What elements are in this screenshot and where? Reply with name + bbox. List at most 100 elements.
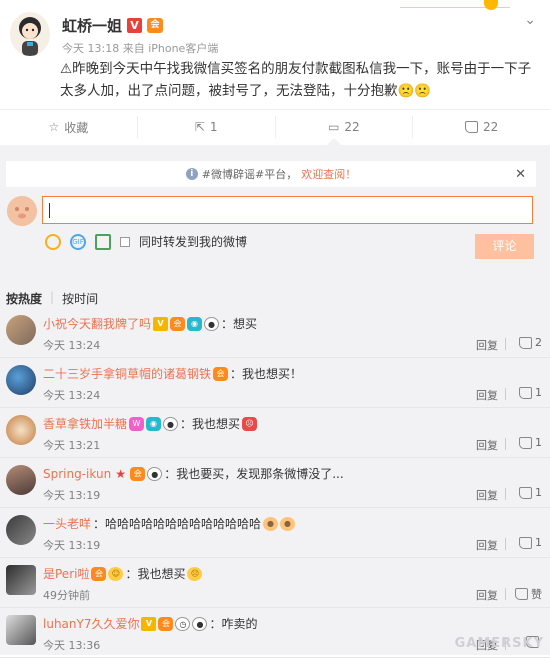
comment-text-row: Spring-ikun ★ 会 ● ：我也要买，发现那条微博没了... xyxy=(43,465,344,482)
reply-link[interactable]: 回复 xyxy=(476,437,498,453)
member-crown-icon: 会 xyxy=(213,366,229,381)
commenter-name[interactable]: 小祝今天翻我牌了吗 xyxy=(43,315,151,332)
comment-text-row: 一头老咩 ：哈哈哈哈哈哈哈哈哈哈哈哈哈 ● ● xyxy=(43,515,296,532)
member-crown-icon: 会 xyxy=(170,316,186,331)
comment-body: ：哈哈哈哈哈哈哈哈哈哈哈哈哈 xyxy=(93,517,262,531)
comment-like-button[interactable]: 赞 xyxy=(515,586,542,602)
comment-like-count: 1 xyxy=(535,536,542,549)
comment-body: ：想买 xyxy=(221,317,258,331)
thumbs-up-icon xyxy=(519,386,532,399)
sort-by-time-tab[interactable]: 按时间 xyxy=(62,290,98,307)
thumbs-up-icon xyxy=(519,486,532,499)
tears-emoji-icon: ☹ xyxy=(187,566,203,581)
submit-comment-button[interactable]: 评论 xyxy=(475,234,534,259)
comment-item: 香草拿铁加半糖 W ◉ ● ：我也想买 ☹ 今天 13:21 回复 1 xyxy=(0,408,550,458)
comment-like-button[interactable]: 1 xyxy=(519,436,542,449)
chevron-down-icon[interactable]: ⌄ xyxy=(524,12,536,28)
panda-emoji-icon: ● xyxy=(163,416,179,431)
favorite-button[interactable]: ☆ 收藏 xyxy=(0,116,138,138)
close-icon[interactable]: ✕ xyxy=(515,167,526,182)
action-divider xyxy=(505,388,506,400)
comment-panel-pointer xyxy=(327,138,341,145)
repost-checkbox[interactable] xyxy=(120,236,130,247)
commenter-avatar[interactable] xyxy=(6,315,36,345)
post-meta: 今天 13:18 来自 iPhone客户端 xyxy=(62,40,218,56)
comment-text-row: 是Peri啦 会 ☺ ：我也想买 ☹ xyxy=(43,565,203,582)
author-avatar[interactable] xyxy=(10,12,50,56)
comment-panel: i #微博辟谣#平台， 欢迎查阅！ ✕ GIF 同时转发到我的微博 评论 按热度… xyxy=(0,145,550,658)
comment-input[interactable] xyxy=(42,196,533,224)
comment-like-label: 赞 xyxy=(531,588,542,601)
panda-emoji-icon: ● xyxy=(204,316,220,331)
action-divider xyxy=(505,488,506,500)
commenter-avatar[interactable] xyxy=(6,565,36,595)
comment-sort-tabs: 按热度 | 按时间 xyxy=(6,290,98,307)
commenter-avatar[interactable] xyxy=(6,415,36,445)
camera-badge-icon: ◉ xyxy=(146,416,162,431)
comment-like-button[interactable]: 2 xyxy=(519,336,542,349)
composer-tools: GIF 同时转发到我的微博 xyxy=(45,233,247,250)
commenter-name[interactable]: 香草拿铁加半糖 xyxy=(43,415,127,432)
like-button[interactable]: 22 xyxy=(413,116,550,138)
commenter-name[interactable]: luhanY7久久爱你 xyxy=(43,615,139,632)
author-name-row: 虹桥一姐 V 会 xyxy=(62,15,164,36)
reply-link[interactable]: 回复 xyxy=(476,387,498,403)
watermark: GAMERSKY xyxy=(454,636,544,651)
comment-body: ：我也想买！ xyxy=(230,367,303,381)
notice-text: #微博辟谣#平台， xyxy=(201,168,298,181)
comment-time: 今天 13:19 xyxy=(43,489,101,502)
comment-time: 今天 13:19 xyxy=(43,539,101,552)
weibo-post: 虹桥一姐 V 会 今天 13:18 来自 iPhone客户端 ⌄ ⚠昨晚到今天中… xyxy=(0,0,550,110)
commenter-avatar[interactable] xyxy=(6,465,36,495)
camera-badge-icon: ◉ xyxy=(187,316,203,331)
commenter-name[interactable]: 二十三岁手拿铜草帽的诸葛钢铁 xyxy=(43,365,211,382)
thumbs-up-icon xyxy=(464,121,478,133)
reply-link[interactable]: 回复 xyxy=(476,337,498,353)
action-divider xyxy=(505,438,506,450)
comment-item: 小祝今天翻我牌了吗 V 会 ◉ ● ：想买 今天 13:24 回复 2 xyxy=(0,308,550,358)
member-crown-icon: 会 xyxy=(158,616,174,631)
verified-icon[interactable]: V xyxy=(127,18,143,33)
like-count: 22 xyxy=(482,120,499,134)
image-icon[interactable] xyxy=(95,233,111,250)
post-time[interactable]: 今天 13:18 xyxy=(62,42,119,55)
repost-button[interactable]: ⇱ 1 xyxy=(138,116,276,138)
comment-button[interactable]: ▭ 22 xyxy=(276,116,414,138)
comment-like-button[interactable]: 1 xyxy=(519,536,542,549)
member-crown-icon[interactable]: 会 xyxy=(147,18,164,33)
action-divider xyxy=(505,538,506,550)
sort-divider: | xyxy=(50,290,55,304)
commenter-avatar[interactable] xyxy=(6,515,36,545)
star-badge-icon: ★ xyxy=(115,466,127,481)
comment-like-button[interactable]: 1 xyxy=(519,486,542,499)
sort-by-hot-tab[interactable]: 按热度 xyxy=(6,290,42,307)
commenter-name[interactable]: Spring-ikun xyxy=(43,467,111,481)
commenter-avatar[interactable] xyxy=(6,365,36,395)
reply-link[interactable]: 回复 xyxy=(476,587,498,603)
comment-item: 二十三岁手拿铜草帽的诸葛钢铁 会 ：我也想买！ 今天 13:24 回复 1 xyxy=(0,358,550,408)
my-avatar[interactable] xyxy=(7,196,37,226)
star-icon: ☆ xyxy=(48,120,60,134)
comment-icon: ▭ xyxy=(328,120,340,134)
commenter-avatar[interactable] xyxy=(6,615,36,645)
author-name[interactable]: 虹桥一姐 xyxy=(62,15,122,36)
reply-link[interactable]: 回复 xyxy=(476,537,498,553)
panda-emoji-icon: ● xyxy=(192,616,208,631)
comment-text-row: 小祝今天翻我牌了吗 V 会 ◉ ● ：想买 xyxy=(43,315,257,332)
gif-icon[interactable]: GIF xyxy=(70,233,86,250)
comment-count: 22 xyxy=(344,120,360,134)
comment-like-button[interactable]: 1 xyxy=(519,386,542,399)
emoji-icon[interactable] xyxy=(45,233,61,250)
crying-emoji-icon: ☹ xyxy=(242,416,258,431)
notice-link[interactable]: 欢迎查阅！ xyxy=(301,166,356,182)
commenter-name[interactable]: 一头老咩 xyxy=(43,515,91,532)
comment-body: ：咋卖的 xyxy=(209,617,258,631)
reply-link[interactable]: 回复 xyxy=(476,487,498,503)
member-crown-icon: 会 xyxy=(91,566,107,581)
cat-emoji-icon: ● xyxy=(263,516,279,531)
commenter-name[interactable]: 是Peri啦 xyxy=(43,565,89,582)
panda-emoji-icon: ● xyxy=(147,466,163,481)
smile-emoji-icon: ☺ xyxy=(108,566,124,581)
vip-icon: V xyxy=(141,616,157,631)
comment-item: 一头老咩 ：哈哈哈哈哈哈哈哈哈哈哈哈哈 ● ● 今天 13:19 回复 1 xyxy=(0,508,550,558)
